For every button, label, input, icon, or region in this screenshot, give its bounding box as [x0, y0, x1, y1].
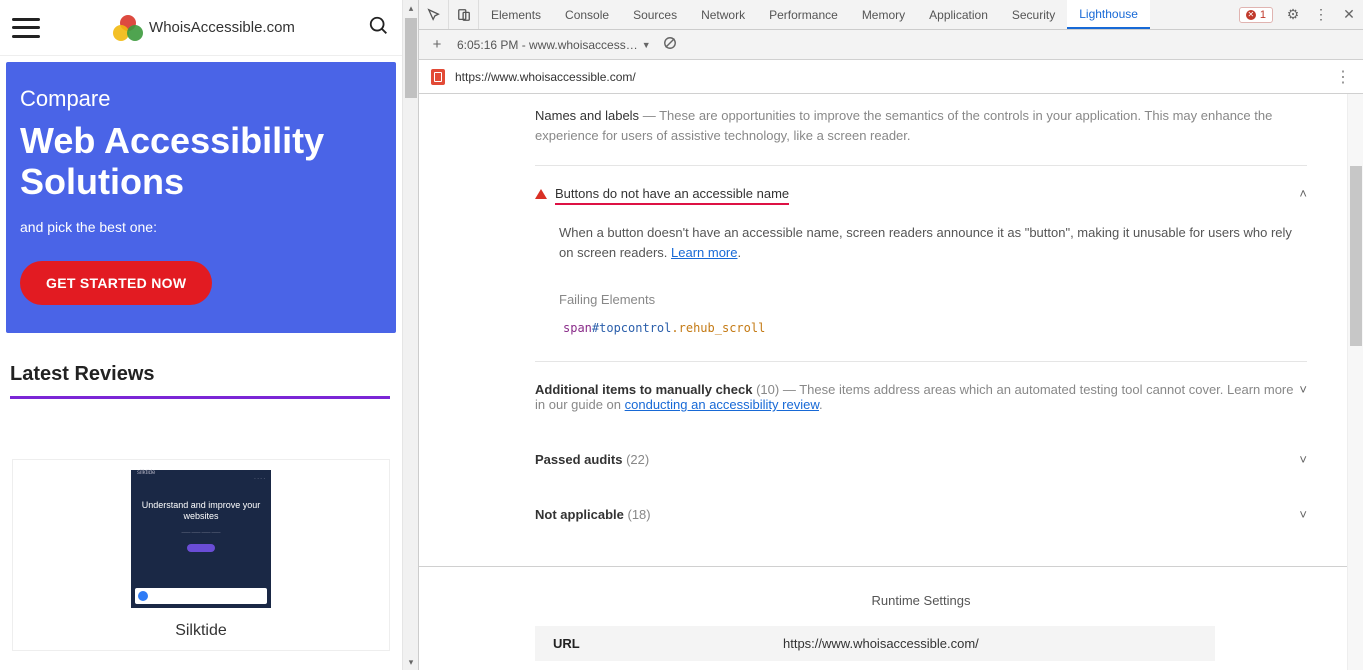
new-report-icon[interactable]: + [429, 37, 445, 53]
report-url: https://www.whoisaccessible.com/ [455, 70, 636, 84]
hamburger-menu-icon[interactable] [12, 18, 40, 38]
manual-check-expander[interactable]: Additional items to manually check (10) … [535, 370, 1347, 424]
tab-sources[interactable]: Sources [621, 0, 689, 29]
scroll-thumb[interactable] [1350, 166, 1362, 346]
chevron-up-icon: ˄ [1299, 186, 1307, 201]
tab-security[interactable]: Security [1000, 0, 1067, 29]
tab-elements[interactable]: Elements [479, 0, 553, 29]
review-card[interactable]: silktide · · · · Understand and improve … [12, 459, 390, 651]
report-selector[interactable]: 6:05:16 PM - www.whoisaccess… ▼ [457, 38, 651, 52]
hero-title: Web Accessibility Solutions [20, 120, 382, 203]
logo-icon [113, 15, 143, 41]
search-icon[interactable] [368, 15, 390, 40]
reviews-heading: Latest Reviews [10, 363, 390, 399]
error-icon: ✕ [1246, 10, 1256, 20]
inspect-element-icon[interactable] [419, 0, 449, 29]
kebab-menu-icon[interactable]: ⋮ [1307, 6, 1335, 23]
chevron-down-icon: ˅ [1299, 382, 1307, 397]
accessibility-review-link[interactable]: conducting an accessibility review [625, 397, 819, 412]
logo-text: WhoisAccessible.com [149, 19, 295, 36]
review-thumbnail: silktide · · · · Understand and improve … [131, 470, 271, 608]
tab-lighthouse[interactable]: Lighthouse [1067, 0, 1150, 29]
hero-eyebrow: Compare [20, 86, 382, 112]
lighthouse-report: Names and labels — These are opportuniti… [419, 94, 1347, 670]
site-logo[interactable]: WhoisAccessible.com [113, 15, 295, 41]
learn-more-link[interactable]: Learn more [671, 245, 737, 260]
report-menu-icon[interactable]: ⋮ [1335, 67, 1351, 87]
hero-subtitle: and pick the best one: [20, 219, 382, 235]
tab-application[interactable]: Application [917, 0, 1000, 29]
close-icon[interactable]: ✕ [1335, 6, 1363, 23]
not-applicable-expander[interactable]: Not applicable (18) ˅ [535, 495, 1347, 534]
scroll-down-icon[interactable]: ▾ [403, 654, 419, 670]
website-scrollbar[interactable]: ▴ ▾ [402, 0, 418, 670]
runtime-settings: Runtime Settings URLhttps://www.whoisacc… [419, 566, 1347, 670]
review-name: Silktide [23, 622, 379, 640]
settings-gear-icon[interactable]: ⚙ [1279, 6, 1307, 23]
reviews-section: Latest Reviews silktide · · · · Understa… [0, 333, 402, 661]
error-count: 1 [1260, 9, 1266, 21]
audit-item-desc: When a button doesn't have an accessible… [559, 225, 1292, 260]
chevron-down-icon: ▼ [642, 40, 651, 50]
runtime-heading: Runtime Settings [535, 593, 1307, 608]
tab-performance[interactable]: Performance [757, 0, 850, 29]
device-toggle-icon[interactable] [449, 0, 479, 29]
clear-icon[interactable] [663, 36, 677, 53]
runtime-row: URLhttps://www.whoisaccessible.com/ [535, 626, 1215, 661]
website-preview-pane: WhoisAccessible.com Compare Web Accessib… [0, 0, 418, 670]
report-url-bar: https://www.whoisaccessible.com/ ⋮ [419, 60, 1363, 94]
audit-item-title: Buttons do not have an accessible name [555, 186, 789, 205]
chevron-down-icon: ˅ [1299, 452, 1307, 467]
get-started-button[interactable]: GET STARTED NOW [20, 261, 212, 305]
lighthouse-toolbar: + 6:05:16 PM - www.whoisaccess… ▼ [419, 30, 1363, 60]
chevron-down-icon: ˅ [1299, 507, 1307, 522]
hero-banner: Compare Web Accessibility Solutions and … [6, 62, 396, 333]
tab-memory[interactable]: Memory [850, 0, 917, 29]
tab-network[interactable]: Network [689, 0, 757, 29]
passed-audits-expander[interactable]: Passed audits (22) ˅ [535, 440, 1347, 479]
scroll-thumb[interactable] [405, 18, 417, 98]
site-header: WhoisAccessible.com [0, 0, 402, 56]
error-count-badge[interactable]: ✕ 1 [1239, 7, 1273, 23]
devtools-scrollbar[interactable] [1347, 94, 1363, 670]
devtools-panel: ElementsConsoleSourcesNetworkPerformance… [418, 0, 1363, 670]
failing-elements-heading: Failing Elements [559, 292, 1347, 307]
failing-element-code: span#topcontrol.rehub_scroll [563, 321, 1347, 335]
audit-group-title: Names and labels [535, 108, 639, 123]
fail-triangle-icon [535, 189, 547, 199]
insecure-origin-icon [431, 69, 445, 85]
devtools-tabbar: ElementsConsoleSourcesNetworkPerformance… [419, 0, 1363, 30]
scroll-up-icon[interactable]: ▴ [403, 0, 419, 16]
runtime-row: Fetch TimeFeb 19, 2021, 6:05 PM GMT+1 [535, 661, 1215, 670]
tab-console[interactable]: Console [553, 0, 621, 29]
audit-item-buttons-no-name[interactable]: Buttons do not have an accessible name ˄ [535, 174, 1347, 217]
